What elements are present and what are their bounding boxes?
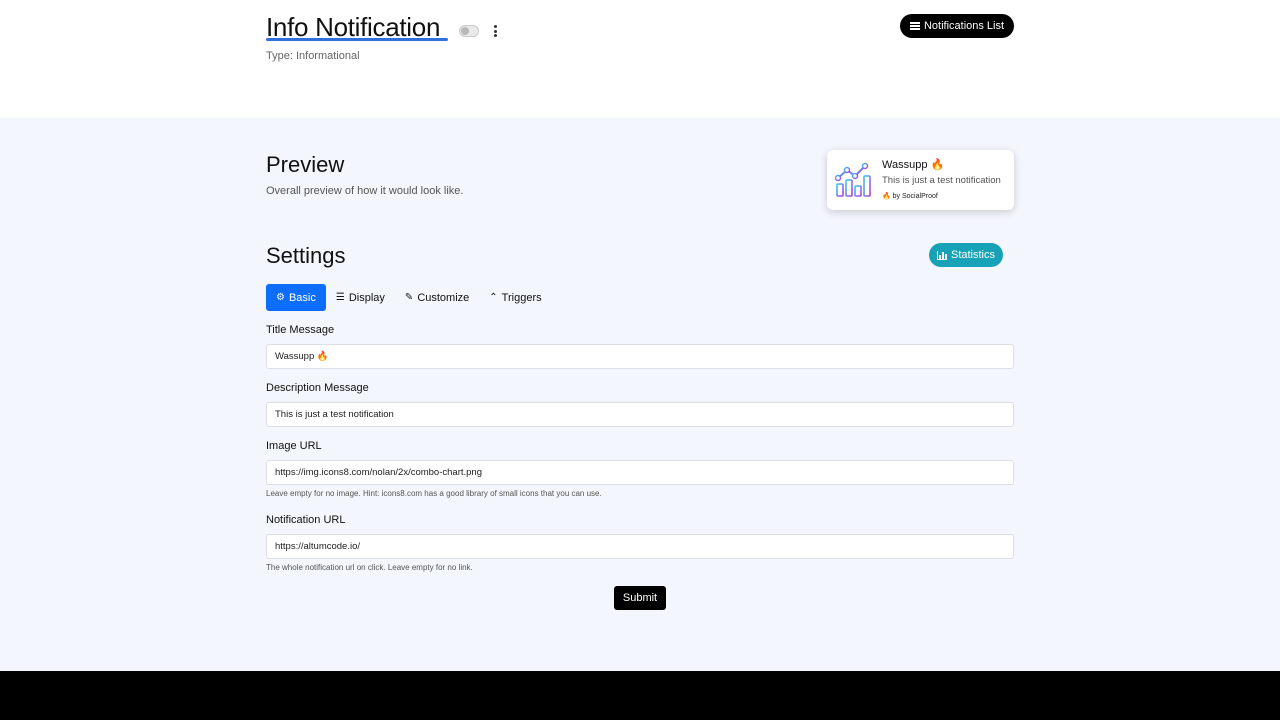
statistics-label: Statistics (950, 249, 995, 261)
image-url-label: Image URL (266, 440, 322, 452)
page-header-section: Info Notification Type: Informational No… (0, 0, 1280, 118)
image-url-input[interactable]: https://img.icons8.com/nolan/2x/combo-ch… (266, 460, 1014, 485)
preview-card-branding: 🔥 by SocialProof (882, 193, 938, 200)
list-icon (909, 22, 920, 30)
more-options-icon[interactable] (490, 22, 500, 40)
notification-url-help: The whole notification url on click. Lea… (266, 563, 473, 572)
notification-preview-card[interactable]: Wassupp 🔥 This is just a test notificati… (827, 150, 1014, 210)
settings-tabs: ⚙ Basic ☰ Display ✎ Customize ⌃ Triggers (266, 284, 552, 311)
paintbrush-icon: ✎ (404, 291, 414, 303)
chevron-up-icon: ⌃ (489, 291, 498, 303)
settings-heading: Settings (266, 243, 346, 268)
tab-triggers[interactable]: ⌃ Triggers (479, 284, 551, 311)
tab-display[interactable]: ☰ Display (326, 284, 395, 311)
notifications-list-button[interactable]: Notifications List (900, 14, 1014, 38)
notification-url-input[interactable]: https://altumcode.io/ (266, 534, 1014, 559)
notification-url-label: Notification URL (266, 514, 346, 526)
submit-button[interactable]: Submit (614, 586, 666, 610)
page-footer (0, 671, 1280, 720)
image-url-help: Leave empty for no image. Hint: icons8.c… (266, 489, 602, 498)
notification-type: Type: Informational (266, 50, 360, 62)
bar-chart-icon (936, 250, 947, 260)
gear-icon: ⚙ (276, 291, 285, 303)
tab-label: Customize (417, 291, 470, 304)
description-message-label: Description Message (266, 382, 369, 394)
preview-subheading: Overall preview of how it would look lik… (266, 185, 464, 197)
list-icon: ☰ (335, 291, 345, 303)
description-message-input[interactable]: This is just a test notification (266, 402, 1014, 427)
preview-heading: Preview (266, 152, 345, 177)
tab-label: Basic (288, 291, 316, 304)
notifications-list-label: Notifications List (923, 20, 1005, 32)
title-message-input[interactable]: Wassupp 🔥 (266, 344, 1014, 369)
tab-label: Display (348, 291, 385, 304)
preview-card-title: Wassupp 🔥 (882, 159, 945, 171)
tab-basic[interactable]: ⚙ Basic (266, 284, 326, 311)
title-underline (266, 38, 448, 41)
combo-chart-icon (835, 162, 871, 197)
statistics-button[interactable]: Statistics (929, 243, 1003, 267)
tab-label: Triggers (501, 291, 542, 304)
title-message-label: Title Message (266, 324, 335, 336)
preview-card-description: This is just a test notification (882, 175, 1001, 186)
enable-toggle[interactable] (459, 25, 479, 37)
tab-customize[interactable]: ✎ Customize (395, 284, 479, 311)
